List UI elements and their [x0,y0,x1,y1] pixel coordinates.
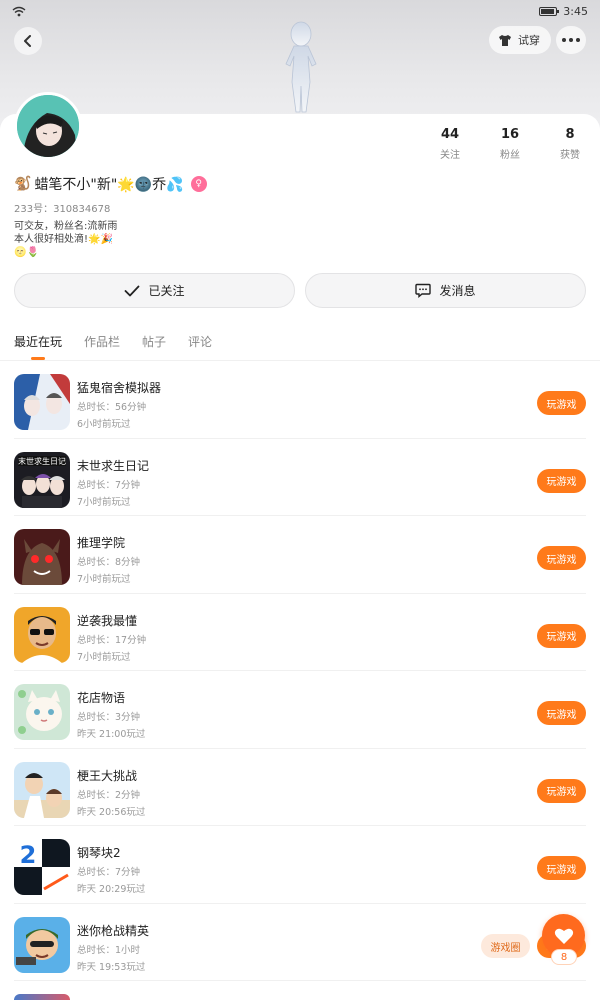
nickname-prefix-emoji: 🐒 [14,176,32,192]
bio-line: 🌝🌷 [14,247,39,258]
game-duration: 总时长：2分钟 [77,789,141,801]
user-id: 233号：310834678 [14,204,111,215]
game-last-played: 6小时前玩过 [77,419,131,430]
game-icon [14,761,70,818]
game-row[interactable]: 末世求生日记 末世求生日记 总时长：7分钟 7小时前玩过 玩游戏 [14,439,586,516]
chat-bubble-icon [415,283,432,298]
status-time: 3:45 [563,4,588,18]
game-title: 梗王大挑战 [77,768,138,783]
stat-following[interactable]: 44 关注 [420,127,480,161]
like-count-badge: 8 [551,949,577,965]
try-on-button[interactable]: 试穿 [489,26,551,54]
play-game-button[interactable]: 玩游戏 [537,856,586,880]
send-message-button[interactable]: 发消息 [305,273,586,308]
wifi-icon [12,6,26,16]
avatar[interactable] [14,92,82,160]
stat-fans-label: 粉丝 [500,150,520,161]
tab-comments[interactable]: 评论 [188,333,212,360]
profile-stats: 44 关注 16 粉丝 8 获赞 [420,127,600,161]
stat-following-count: 44 [440,127,460,142]
bio-line: 本人很好相处滴!🌟🎉 [14,234,113,245]
game-title: 末世求生日记 [77,458,150,473]
game-title: 钢琴块2 [77,846,121,860]
game-last-played: 7小时前玩过 [77,651,131,663]
shirt-icon [499,34,511,46]
game-last-played: 7小时前玩过 [77,574,131,585]
play-game-button[interactable]: 玩游戏 [537,701,586,725]
game-duration: 总时长：17分钟 [77,634,147,646]
heart-icon [554,928,573,944]
gender-badge-icon: ♀ [190,176,207,192]
play-game-button[interactable]: 玩游戏 [537,468,586,493]
back-button[interactable] [14,27,42,55]
game-icon [14,916,70,973]
game-last-played: 昨天 21:00玩过 [77,729,146,740]
game-title: 花店物语 [77,691,126,705]
nickname: 🐒 蜡笔不小"新"🌟🌚乔💦 ♀ [14,174,207,194]
game-title: 逆袭我最懂 [77,613,138,628]
game-row[interactable]: 猛鬼宿舍模拟器 总时长：56分钟 6小时前玩过 玩游戏 [14,361,586,439]
game-icon [14,529,70,585]
game-duration: 总时长：8分钟 [77,557,141,568]
more-button[interactable] [556,26,586,54]
stat-fans-count: 16 [500,127,520,142]
battery-level [541,8,555,14]
more-dots-icon [562,38,566,42]
game-icon: 末世求生日记 [14,451,70,508]
game-row[interactable]: 推理学院 总时长：8分钟 7小时前玩过 玩游戏 [14,516,586,594]
checkmark-icon [125,285,140,296]
game-duration: 总时长：7分钟 [77,479,141,491]
game-circle-button[interactable]: 游戏圈 [481,934,530,958]
bio: 可交友，粉丝名:流新雨 本人很好相处滴!🌟🎉 🌝🌷 [14,220,117,259]
game-duration: 总时长：7分钟 [77,867,141,878]
bio-line: 可交友，粉丝名:流新雨 [14,221,118,232]
game-icon [14,606,70,663]
recent-games-list: 猛鬼宿舍模拟器 总时长：56分钟 6小时前玩过 玩游戏 末世求生日记 末世求生日… [0,361,600,981]
followed-button[interactable]: 已关注 [14,273,295,308]
chevron-left-icon [24,35,31,47]
play-game-button[interactable]: 玩游戏 [537,623,586,648]
play-game-button[interactable]: 玩游戏 [537,546,586,570]
avatar-image [17,95,79,157]
stat-following-label: 关注 [440,150,460,161]
game-row[interactable]: 2 钢琴块2 总时长：7分钟 昨天 20:29玩过 玩游戏 [14,826,586,904]
game-row[interactable]: 梗王大挑战 总时长：2分钟 昨天 20:56玩过 玩游戏 [14,749,586,826]
nickname-text: 蜡笔不小"新"🌟🌚乔💦 [34,177,184,193]
stat-fans[interactable]: 16 粉丝 [480,127,540,161]
game-last-played: 昨天 20:56玩过 [77,806,146,818]
tab-recently-played[interactable]: 最近在玩 [14,333,62,360]
game-last-played: 7小时前玩过 [77,496,131,508]
svg-text:2: 2 [20,841,37,869]
profile-actions: 已关注 发消息 [14,273,586,308]
battery-icon [539,6,560,16]
profile-tabs: 最近在玩 作品栏 帖子 评论 [14,333,212,360]
3d-avatar-figure [285,21,317,113]
game-row[interactable]: 花店物语 总时长：3分钟 昨天 21:00玩过 玩游戏 [14,671,586,749]
play-game-button[interactable]: 玩游戏 [537,391,586,415]
game-last-played: 昨天 19:53玩过 [77,961,146,973]
game-icon [14,684,70,740]
send-message-label: 发消息 [439,284,476,298]
svg-text:末世求生日记: 末世求生日记 [18,456,66,466]
game-title: 推理学院 [77,536,126,550]
game-title: 猛鬼宿舍模拟器 [77,381,162,395]
try-on-label: 试穿 [518,34,540,47]
game-last-played: 昨天 20:29玩过 [77,884,146,895]
game-row[interactable]: 逆袭我最懂 总时长：17分钟 7小时前玩过 玩游戏 [14,594,586,671]
stat-likes-count: 8 [565,127,575,142]
stat-likes[interactable]: 8 获赞 [540,127,600,161]
game-icon-partial [14,994,70,1000]
play-game-button[interactable]: 玩游戏 [537,778,586,803]
status-bar: 3:45 [0,0,600,22]
followed-label: 已关注 [148,284,185,298]
game-icon [14,374,70,430]
game-duration: 总时长：3分钟 [77,712,141,723]
game-title: 迷你枪战精英 [77,923,150,938]
stat-likes-label: 获赞 [560,150,580,161]
game-duration: 总时长：1小时 [77,944,141,956]
tab-posts[interactable]: 帖子 [142,333,166,360]
game-icon: 2 [14,839,70,895]
game-duration: 总时长：56分钟 [77,402,147,413]
tab-works[interactable]: 作品栏 [84,333,120,360]
